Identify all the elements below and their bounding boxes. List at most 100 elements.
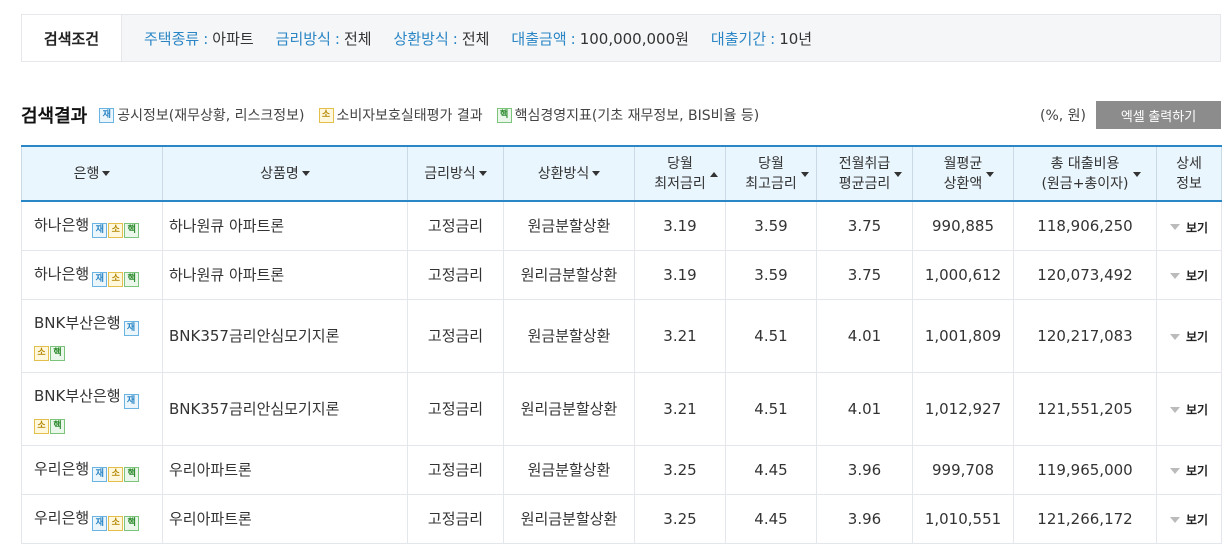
disclosure-badge-icon[interactable]: 재 (92, 516, 108, 531)
header-monthly-payment[interactable]: 월평균 상환액 (912, 145, 1014, 202)
legend-disclosure: 재 공시정보(재무상황, 리스크정보) (99, 105, 305, 125)
key-indicator-badge-icon[interactable]: 핵 (50, 345, 65, 361)
min-rate-cell: 3.19 (634, 249, 726, 300)
key-indicator-badge-icon[interactable]: 핵 (124, 223, 140, 239)
consumer-badge-icon[interactable]: 소 (108, 516, 124, 531)
header-total-cost[interactable]: 총 대출비용 (원금+총이자) (1013, 145, 1157, 202)
monthly-payment-cell: 990,885 (912, 200, 1014, 251)
rate-type-cell: 고정금리 (407, 444, 504, 495)
header-bank[interactable]: 은행 (21, 145, 163, 202)
detail-cell: 보기 (1156, 200, 1222, 251)
min-rate-cell: 3.21 (634, 371, 726, 446)
header-product[interactable]: 상품명 (162, 145, 408, 202)
consumer-badge-icon[interactable]: 소 (108, 223, 124, 239)
max-rate-cell: 3.59 (725, 249, 817, 300)
table-row: 우리은행 재 소 핵 우리아파트론 고정금리 원금분할상환 3.25 4.45 3.9… (21, 444, 1222, 495)
header-max-rate[interactable]: 당월 최고금리 (725, 145, 817, 202)
rate-type-cell: 고정금리 (407, 200, 504, 251)
expand-triangle-icon (1169, 516, 1180, 523)
key-indicator-badge-icon[interactable]: 핵 (50, 418, 65, 434)
total-cost-cell: 121,266,172 (1013, 493, 1157, 544)
expand-triangle-icon (1169, 333, 1180, 340)
total-cost-cell: 120,217,083 (1013, 298, 1157, 373)
key-indicator-badge-icon[interactable]: 핵 (124, 272, 140, 287)
view-detail-button[interactable]: 보기 (1169, 219, 1208, 236)
results-table: 은행 상품명 금리방식 상환방식 당월 최저금리 당월 최고금리 전월취급 평균금리 … (21, 145, 1222, 544)
disclosure-badge-icon[interactable]: 재 (92, 467, 108, 482)
monthly-payment-cell: 1,012,927 (912, 371, 1014, 446)
consumer-badge-icon[interactable]: 소 (108, 272, 124, 287)
detail-cell: 보기 (1156, 371, 1222, 446)
monthly-payment-cell: 1,000,612 (912, 249, 1014, 300)
bank-cell: 우리은행 재 소 핵 (21, 444, 163, 495)
search-conditions-title: 검색조건 (22, 15, 122, 61)
search-conditions-bar: 검색조건 주택종류: 아파트 금리방식: 전체 상환방식: 전체 대출금액:100,0… (21, 14, 1221, 62)
avg-rate-cell: 3.75 (816, 200, 913, 251)
key-indicator-badge-icon[interactable]: 핵 (124, 467, 140, 482)
legend-consumer-protection: 소 소비자보호실태평가 결과 (318, 105, 483, 125)
table-row: 하나은행 재 소 핵 하나원큐 아파트론 고정금리 원금분할상환 3.19 3.59 … (21, 200, 1222, 251)
consumer-badge-icon: 소 (318, 107, 334, 123)
repay-type-cell: 원리금분할상환 (503, 493, 635, 544)
product-cell: 하나원큐 아파트론 (162, 200, 408, 251)
excel-export-button[interactable]: 엑셀 출력하기 (1096, 101, 1221, 129)
consumer-badge-icon[interactable]: 소 (108, 467, 124, 482)
expand-triangle-icon (1169, 467, 1180, 474)
monthly-payment-cell: 1,010,551 (912, 493, 1014, 544)
repay-type-cell: 원금분할상환 (503, 298, 635, 373)
key-indicator-badge-icon[interactable]: 핵 (124, 516, 140, 531)
max-rate-cell: 3.59 (725, 200, 817, 251)
view-detail-button[interactable]: 보기 (1169, 267, 1208, 284)
rate-type-cell: 고정금리 (407, 249, 504, 300)
max-rate-cell: 4.51 (725, 371, 817, 446)
total-cost-cell: 118,906,250 (1013, 200, 1157, 251)
repay-type-cell: 원금분할상환 (503, 200, 635, 251)
total-cost-cell: 119,965,000 (1013, 444, 1157, 495)
view-detail-button[interactable]: 보기 (1169, 328, 1208, 345)
condition-rate-type: 금리방식: 전체 (275, 29, 372, 48)
legend-key-indicators: 핵 핵심경영지표(기초 재무정보, BIS비율 등) (496, 105, 759, 125)
min-rate-cell: 3.25 (634, 493, 726, 544)
monthly-payment-cell: 1,001,809 (912, 298, 1014, 373)
product-cell: 하나원큐 아파트론 (162, 249, 408, 300)
header-avg-rate[interactable]: 전월취급 평균금리 (816, 145, 913, 202)
min-rate-cell: 3.19 (634, 200, 726, 251)
product-cell: 우리아파트론 (162, 493, 408, 544)
bank-cell: 하나은행 재 소 핵 (21, 200, 163, 251)
disclosure-badge-icon[interactable]: 재 (123, 393, 139, 409)
expand-triangle-icon (1169, 272, 1180, 279)
total-cost-cell: 121,551,205 (1013, 371, 1157, 446)
detail-cell: 보기 (1156, 298, 1222, 373)
avg-rate-cell: 4.01 (816, 298, 913, 373)
disclosure-badge-icon[interactable]: 재 (92, 223, 108, 239)
sort-down-icon (301, 171, 310, 176)
sort-up-icon (709, 171, 718, 177)
min-rate-cell: 3.25 (634, 444, 726, 495)
bank-cell: 우리은행 재 소 핵 (21, 493, 163, 544)
result-title: 검색결과 (21, 106, 88, 127)
view-detail-button[interactable]: 보기 (1169, 401, 1208, 418)
product-cell: 우리아파트론 (162, 444, 408, 495)
detail-cell: 보기 (1156, 493, 1222, 544)
rate-type-cell: 고정금리 (407, 298, 504, 373)
condition-loan-period: 대출기간:10년 (710, 29, 813, 48)
max-rate-cell: 4.51 (725, 298, 817, 373)
header-rate-type[interactable]: 금리방식 (407, 145, 504, 202)
disclosure-badge-icon[interactable]: 재 (123, 320, 139, 336)
disclosure-badge-icon[interactable]: 재 (92, 272, 108, 287)
max-rate-cell: 4.45 (725, 444, 817, 495)
condition-repay-type: 상환방식: 전체 (393, 29, 490, 48)
header-min-rate[interactable]: 당월 최저금리 (634, 145, 726, 202)
table-row: 하나은행 재 소 핵 하나원큐 아파트론 고정금리 원리금분할상환 3.19 3.59… (21, 249, 1222, 300)
total-cost-cell: 120,073,492 (1013, 249, 1157, 300)
sort-down-icon (102, 171, 111, 176)
max-rate-cell: 4.45 (725, 493, 817, 544)
consumer-badge-icon[interactable]: 소 (34, 345, 49, 361)
header-repay-type[interactable]: 상환방식 (503, 145, 635, 202)
consumer-badge-icon[interactable]: 소 (34, 418, 49, 434)
view-detail-button[interactable]: 보기 (1169, 511, 1208, 528)
avg-rate-cell: 3.96 (816, 444, 913, 495)
view-detail-button[interactable]: 보기 (1169, 462, 1208, 479)
header-detail: 상세 정보 (1156, 145, 1222, 202)
sort-down-icon (894, 171, 903, 177)
